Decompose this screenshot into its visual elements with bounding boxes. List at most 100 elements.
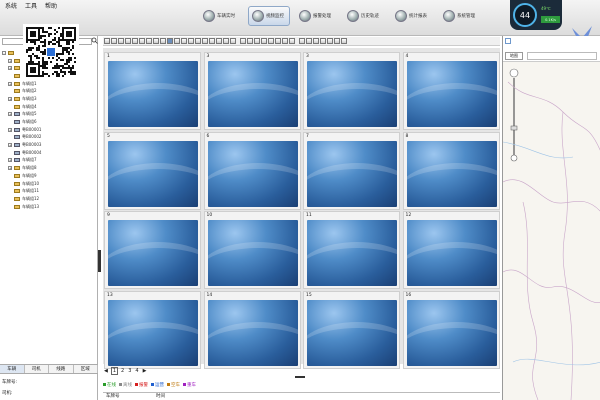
nav-button-0[interactable]: 车辆实时 [200,6,242,26]
toolbar-layout-button[interactable] [202,38,208,44]
video-cell[interactable]: 14 [203,290,301,369]
tree-row[interactable]: 车辆组13 [2,203,96,211]
toolbar-layout-button[interactable] [261,38,267,44]
tree-expander-icon[interactable]: + [8,58,12,63]
toolbar-layout-button[interactable] [167,38,173,44]
toolbar-layout-button[interactable] [139,38,145,44]
pager-item[interactable]: ◀ [103,368,109,374]
video-cell[interactable]: 9 [104,211,201,289]
toolbar-layout-button[interactable] [230,38,236,44]
tree-row[interactable]: 车辆组2 [2,87,96,95]
tree-row[interactable]: 车辆组11 [2,187,96,195]
splitter-handle[interactable] [295,376,305,378]
tree-row[interactable]: 车辆组10 [2,180,96,188]
video-cell[interactable]: 4 [402,52,500,130]
toolbar-layout-button[interactable] [160,38,166,44]
nav-button-1[interactable]: 视频监控 [248,6,290,26]
tree-row[interactable]: + 车辆组7 [2,157,96,165]
col-time[interactable]: 时间 [153,393,165,400]
toolbar-layout-button[interactable] [320,38,326,44]
video-cell[interactable]: 16 [402,290,500,369]
toolbar-layout-button[interactable] [275,38,281,44]
tree-row[interactable]: 车辆组9 [2,172,96,180]
toolbar-layout-button[interactable] [153,38,159,44]
tree-row[interactable]: 车辆组12 [2,195,96,203]
video-cell[interactable]: 10 [203,211,301,289]
video-cell[interactable]: 12 [402,211,500,289]
toolbar-layout-button[interactable] [268,38,274,44]
tab-route[interactable]: 线路 [49,365,74,373]
toolbar-layout-button[interactable] [223,38,229,44]
video-cell[interactable]: 6 [203,131,301,210]
map-canvas[interactable] [503,62,600,400]
toolbar-layout-button[interactable] [289,38,295,44]
map-tab[interactable]: 地图 [505,52,523,60]
tree-row[interactable]: 车辆组6 [2,118,96,126]
toolbar-layout-button[interactable] [146,38,152,44]
toolbar-layout-button[interactable] [299,38,305,44]
menu-item-system[interactable]: 系统 [4,1,18,10]
toolbar-layout-button[interactable] [247,38,253,44]
menu-item-help[interactable]: 帮助 [44,1,58,10]
tree-expander-icon[interactable]: + [8,66,12,71]
nav-button-4[interactable]: 统计报表 [392,6,434,26]
toolbar-layout-button[interactable] [181,38,187,44]
tree-expander-icon[interactable]: + [8,158,12,163]
nav-button-5[interactable]: 系统管理 [440,6,482,26]
toolbar-layout-button[interactable] [195,38,201,44]
map-panel[interactable]: 地图 [502,36,600,400]
video-cell[interactable]: 15 [303,290,400,369]
tree-expander-icon[interactable]: + [8,81,12,86]
tree-row[interactable]: + 粤B00003 [2,141,96,149]
tree-row[interactable]: + 车辆组5 [2,111,96,119]
video-cell[interactable]: 7 [303,131,400,210]
video-cell[interactable]: 11 [303,211,400,289]
tree-row[interactable]: + 车辆组8 [2,164,96,172]
menu-item-tools[interactable]: 工具 [24,1,38,10]
pager-item[interactable]: 3 [127,368,132,374]
toolbar-layout-button[interactable] [334,38,340,44]
map-layers-icon[interactable] [505,38,511,44]
toolbar-layout-button[interactable] [132,38,138,44]
toolbar-layout-button[interactable] [216,38,222,44]
toolbar-layout-button[interactable] [209,38,215,44]
video-cell[interactable]: 1 [104,52,201,130]
toolbar-layout-button[interactable] [327,38,333,44]
col-plate[interactable]: 车牌号 [103,393,153,400]
toolbar-layout-button[interactable] [118,38,124,44]
search-icon[interactable] [91,37,98,44]
tree-row[interactable]: + 车辆组3 [2,95,96,103]
tree-expander-icon[interactable]: + [8,96,12,101]
toolbar-layout-button[interactable] [306,38,312,44]
video-cell[interactable]: 5 [104,131,201,210]
video-cell[interactable]: 3 [203,52,301,130]
tab-driver[interactable]: 司机 [24,365,49,373]
toolbar-layout-button[interactable] [254,38,260,44]
pager-item[interactable]: 4 [134,368,139,374]
toolbar-layout-button[interactable] [341,38,347,44]
tree-expander-icon[interactable]: + [8,166,12,171]
toolbar-layout-button[interactable] [282,38,288,44]
tree-expander-icon[interactable]: + [8,127,12,132]
tree-row[interactable]: + 粤B00001 [2,126,96,134]
video-cell[interactable]: 8 [402,131,500,210]
video-cell[interactable]: 13 [104,290,201,369]
toolbar-layout-button[interactable] [240,38,246,44]
tree-expander-icon[interactable]: - [2,50,6,55]
tree-row[interactable]: 车辆组4 [2,103,96,111]
tree-row[interactable]: 粤B00004 [2,149,96,157]
nav-button-2[interactable]: 报警处理 [296,6,338,26]
toolbar-layout-button[interactable] [313,38,319,44]
tab-area[interactable]: 区域 [73,365,98,373]
toolbar-layout-button[interactable] [104,38,110,44]
video-cell[interactable]: 3 [303,52,400,130]
tree-row[interactable]: 粤B00002 [2,134,96,142]
toolbar-layout-button[interactable] [125,38,131,44]
tree-row[interactable]: + 车辆组1 [2,80,96,88]
pager-item[interactable]: 1 [110,367,119,375]
map-search-input[interactable] [527,52,597,60]
toolbar-layout-button[interactable] [174,38,180,44]
toolbar-layout-button[interactable] [111,38,117,44]
panel-collapse-handle[interactable] [98,250,101,272]
nav-button-3[interactable]: 历史轨迹 [344,6,386,26]
